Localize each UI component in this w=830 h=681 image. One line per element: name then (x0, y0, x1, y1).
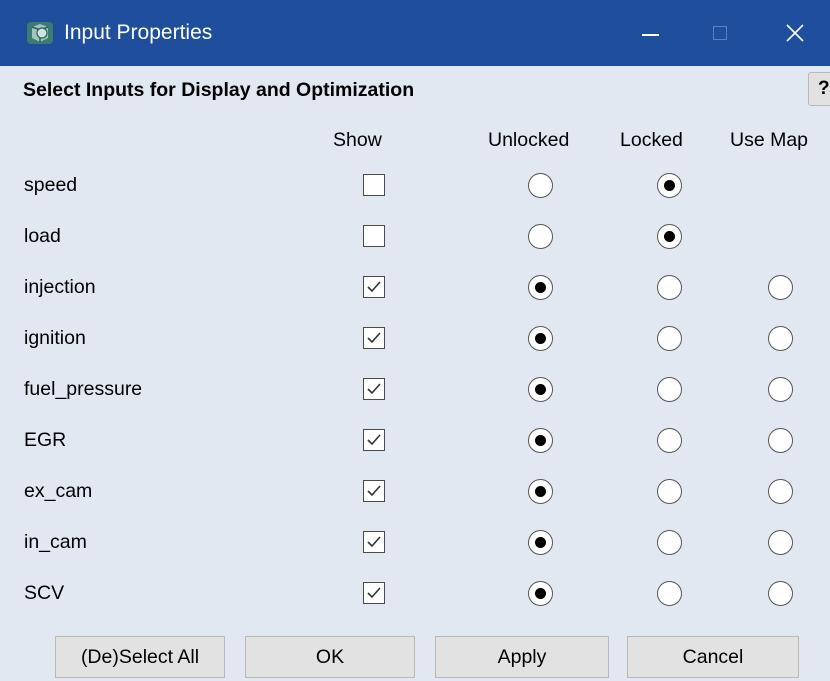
show-checkbox[interactable] (363, 276, 385, 298)
locked-radio[interactable] (657, 530, 682, 555)
show-checkbox[interactable] (363, 327, 385, 349)
minimize-icon[interactable] (610, 0, 690, 66)
use-map-radio[interactable] (768, 326, 793, 351)
dialog-heading: Select Inputs for Display and Optimizati… (23, 79, 415, 101)
locked-radio[interactable] (657, 224, 682, 249)
input-name-label: SCV (24, 582, 65, 604)
unlocked-radio[interactable] (528, 173, 553, 198)
input-name-label: speed (24, 174, 78, 196)
input-name-label: ex_cam (24, 480, 93, 502)
radio-selected-dot (535, 282, 546, 293)
unlocked-radio[interactable] (528, 530, 553, 555)
unlocked-radio[interactable] (528, 275, 553, 300)
apply-button[interactable]: Apply (435, 636, 609, 678)
radio-selected-dot (535, 486, 546, 497)
locked-radio[interactable] (657, 326, 682, 351)
close-icon[interactable] (760, 0, 830, 66)
show-checkbox[interactable] (363, 531, 385, 553)
unlocked-radio[interactable] (528, 326, 553, 351)
use-map-radio[interactable] (768, 479, 793, 504)
column-header-show: Show (333, 129, 382, 151)
ok-button[interactable]: OK (245, 636, 415, 678)
input-name-label: EGR (24, 429, 67, 451)
locked-radio[interactable] (657, 377, 682, 402)
column-header-locked: Locked (620, 129, 683, 151)
locked-radio[interactable] (657, 479, 682, 504)
show-checkbox[interactable] (363, 378, 385, 400)
locked-radio[interactable] (657, 581, 682, 606)
locked-radio[interactable] (657, 173, 682, 198)
unlocked-radio[interactable] (528, 428, 553, 453)
cancel-button[interactable]: Cancel (627, 636, 799, 678)
radio-selected-dot (535, 384, 546, 395)
radio-selected-dot (664, 180, 675, 191)
use-map-radio[interactable] (768, 275, 793, 300)
radio-selected-dot (535, 333, 546, 344)
input-name-label: load (24, 225, 61, 247)
input-properties-dialog: Input Properties Select Inputs for Displ… (0, 0, 830, 681)
radio-selected-dot (535, 588, 546, 599)
use-map-radio[interactable] (768, 530, 793, 555)
app-cube-icon (26, 19, 54, 47)
show-checkbox[interactable] (363, 429, 385, 451)
use-map-radio[interactable] (768, 581, 793, 606)
deselect-all-button[interactable]: (De)Select All (55, 636, 225, 678)
radio-selected-dot (664, 231, 675, 242)
locked-radio[interactable] (657, 428, 682, 453)
window-title: Input Properties (64, 21, 213, 44)
locked-radio[interactable] (657, 275, 682, 300)
show-checkbox[interactable] (363, 480, 385, 502)
show-checkbox[interactable] (363, 174, 385, 196)
show-checkbox[interactable] (363, 225, 385, 247)
column-header-unlocked: Unlocked (488, 129, 570, 151)
unlocked-radio[interactable] (528, 581, 553, 606)
use-map-radio[interactable] (768, 377, 793, 402)
unlocked-radio[interactable] (528, 224, 553, 249)
input-name-label: fuel_pressure (24, 378, 143, 400)
help-button[interactable]: ? (808, 72, 830, 106)
radio-selected-dot (535, 435, 546, 446)
input-name-label: injection (24, 276, 96, 298)
unlocked-radio[interactable] (528, 377, 553, 402)
title-bar[interactable]: Input Properties (0, 0, 830, 66)
maximize-icon[interactable] (680, 0, 760, 66)
radio-selected-dot (535, 537, 546, 548)
unlocked-radio[interactable] (528, 479, 553, 504)
show-checkbox[interactable] (363, 582, 385, 604)
use-map-radio[interactable] (768, 428, 793, 453)
input-name-label: ignition (24, 327, 86, 349)
input-name-label: in_cam (24, 531, 87, 553)
column-header-use-map: Use Map (730, 129, 809, 151)
